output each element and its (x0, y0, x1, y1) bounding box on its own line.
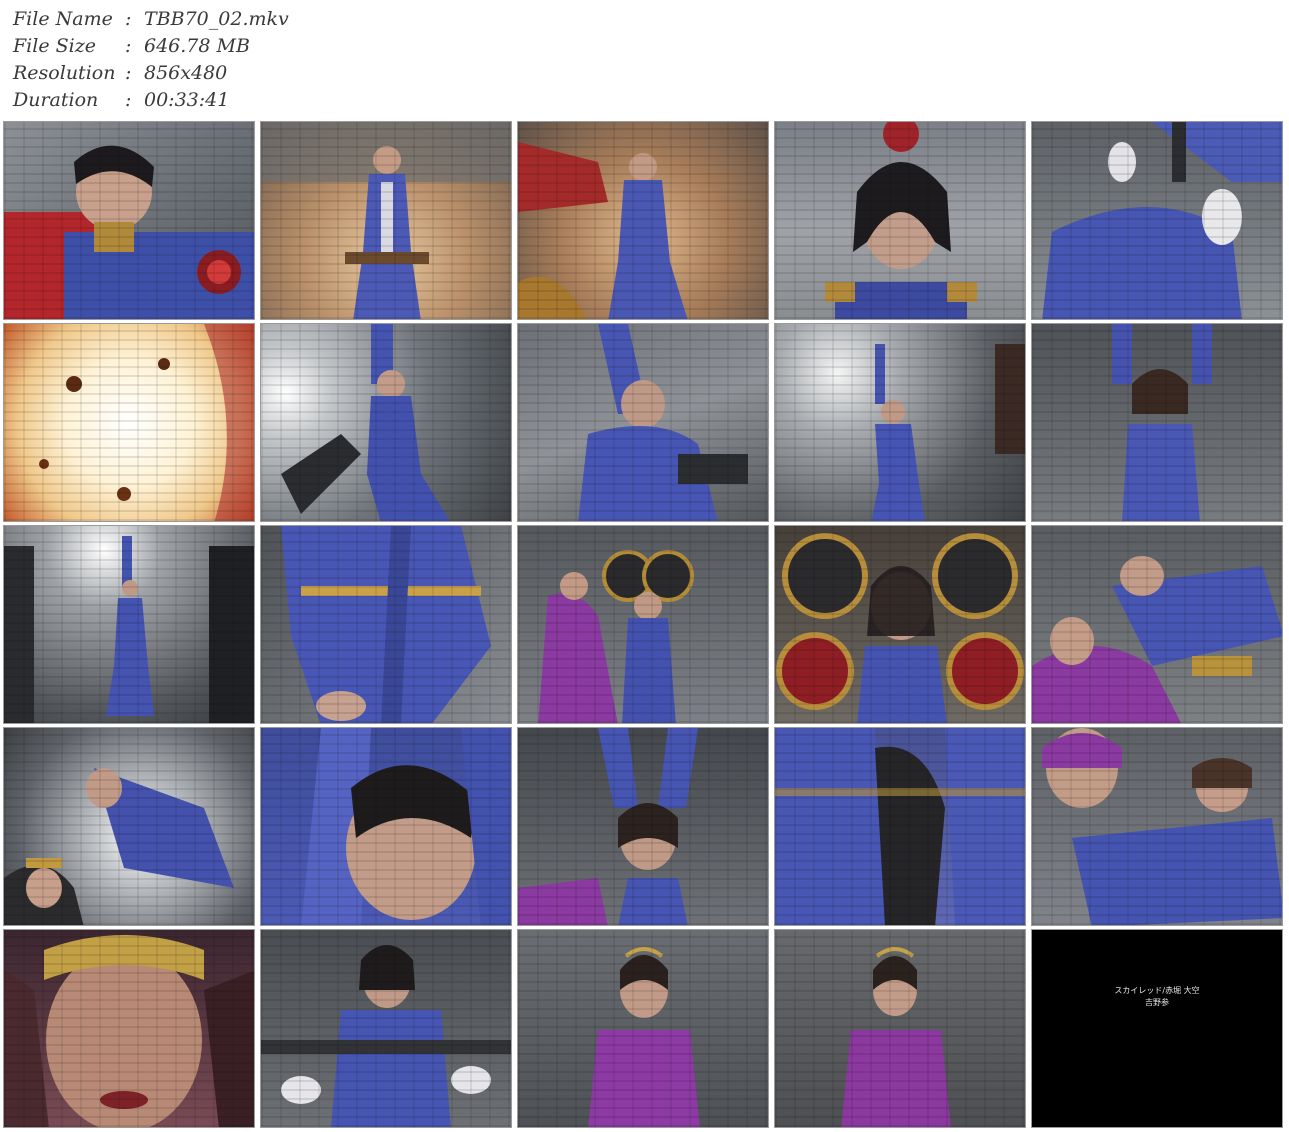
video-frame-thumbnail (3, 121, 255, 320)
video-frame-thumbnail (260, 929, 512, 1128)
video-frame-thumbnail (1031, 323, 1283, 522)
resolution-value: 856x480 (144, 62, 228, 84)
video-frame-thumbnail (774, 121, 1026, 320)
file-size-value: 646.78 MB (144, 35, 250, 57)
video-frame-thumbnail (260, 323, 512, 522)
video-frame-thumbnail (774, 929, 1026, 1128)
video-frame-thumbnail (517, 121, 769, 320)
duration-value: 00:33:41 (144, 89, 230, 111)
video-frame-thumbnail (3, 727, 255, 926)
video-frame-thumbnail (3, 929, 255, 1128)
video-frame-thumbnail (260, 525, 512, 724)
video-frame-thumbnail (1031, 121, 1283, 320)
credit-text-line: 吉野参 (1145, 998, 1169, 1007)
video-frame-thumbnail (3, 323, 255, 522)
video-frame-thumbnail (517, 929, 769, 1128)
video-frame-thumbnail (260, 121, 512, 320)
file-info-header: File Name : TBB70_02.mkv File Size : 646… (0, 0, 1289, 120)
file-name-label: File Name (13, 8, 113, 30)
separator: : (125, 8, 132, 30)
video-frame-thumbnail (1031, 727, 1283, 926)
separator: : (125, 89, 132, 111)
video-frame-thumbnail (774, 525, 1026, 724)
video-frame-thumbnail (1031, 525, 1283, 724)
video-frame-thumbnail (517, 525, 769, 724)
separator: : (125, 35, 132, 57)
video-frame-thumbnail (260, 727, 512, 926)
video-frame-thumbnail (517, 727, 769, 926)
video-frame-thumbnail: スカイレッド/赤堀 大空 吉野参 (1031, 929, 1283, 1128)
separator: : (125, 62, 132, 84)
video-frame-thumbnail (517, 323, 769, 522)
resolution-label: Resolution (13, 62, 116, 84)
video-frame-thumbnail (774, 727, 1026, 926)
file-size-label: File Size (13, 35, 96, 57)
thumbnail-grid: スカイレッド/赤堀 大空 吉野参 (3, 121, 1287, 1130)
credit-text-line: スカイレッド/赤堀 大空 (1114, 986, 1200, 995)
video-frame-thumbnail (3, 525, 255, 724)
duration-label: Duration (13, 89, 99, 111)
file-name-value: TBB70_02.mkv (144, 8, 289, 30)
video-frame-thumbnail (774, 323, 1026, 522)
